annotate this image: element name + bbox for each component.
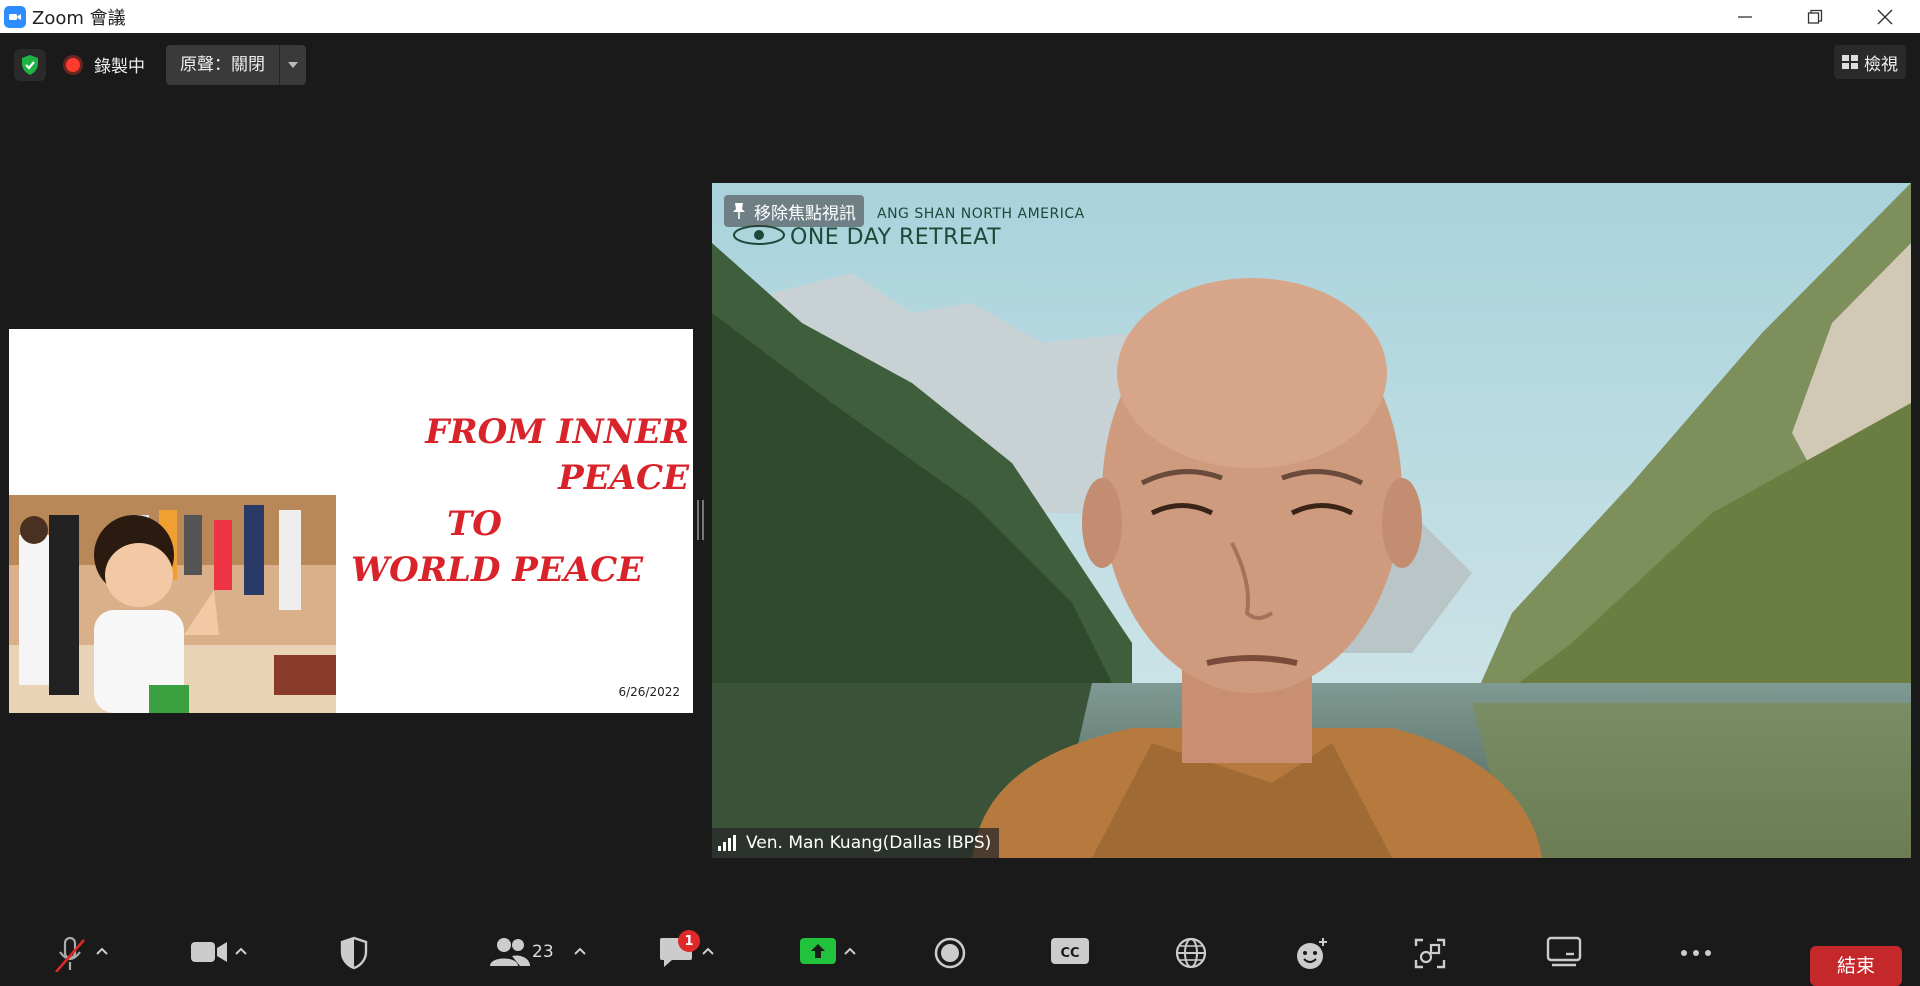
zoom-camera-icon [4,5,26,28]
background-caption-large: ONE DAY RETREAT [790,225,1002,250]
apps-icon [1406,936,1454,974]
view-label: 檢視 [1864,54,1898,75]
recording-indicator[interactable]: 錄製中 [66,52,145,77]
view-button[interactable]: 檢視 [1834,45,1906,79]
recording-dot-icon [66,57,80,72]
mountain-lake-background [712,183,1911,858]
share-screen-icon [794,936,842,974]
shield-check-icon[interactable] [14,49,46,81]
signal-strength-icon [718,835,736,851]
background-caption-small: ANG SHAN NORTH AMERICA [877,206,1085,222]
whiteboard-icon [1540,936,1588,974]
splitter-handle[interactable] [697,500,705,540]
apps-button[interactable] [1406,936,1454,974]
chevron-up-icon[interactable] [842,944,858,958]
close-icon[interactable] [1850,0,1920,33]
slide-title-line: WORLD PEACE [351,550,644,590]
end-meeting-button[interactable]: 結束 [1810,946,1902,986]
meeting-topbar: 錄製中 原聲：關閉 檢視 [0,33,1920,99]
unpin-video-button[interactable]: 移除焦點視訊 [724,195,864,227]
window-title: Zoom 會議 [32,7,126,29]
mute-button[interactable] [46,936,110,974]
microphone-muted-icon [46,936,94,974]
slide-title: FROM INNER PEACE TO WORLD PEACE [309,409,689,593]
children-praying-photo [9,495,336,713]
participants-button[interactable]: 23 [486,936,588,974]
window-titlebar: Zoom 會議 [0,0,1920,33]
minimize-icon[interactable] [1710,0,1780,33]
slide-date: 6/26/2022 [618,685,680,699]
svg-text:CC: CC [1060,946,1079,961]
security-button[interactable] [330,936,378,974]
shield-icon [330,936,378,974]
closed-caption-icon: CC [1046,936,1094,974]
participant-name: Ven. Man Kuang(Dallas IBPS) [746,833,992,853]
caret-down-icon[interactable] [279,45,306,85]
grid-view-icon [1842,55,1858,69]
shared-screen-slide[interactable]: FROM INNER PEACE TO WORLD PEACE 6/26/202… [9,329,693,713]
more-dots-icon [1672,936,1720,974]
pin-icon [733,203,745,219]
participants-icon [486,936,534,974]
unpin-label: 移除焦點視訊 [754,203,856,224]
meeting-toolbar: 23 1 CC [0,918,1920,974]
chevron-up-icon[interactable] [700,944,716,958]
chevron-up-icon[interactable] [94,944,110,958]
globe-icon [1167,936,1215,974]
share-screen-button[interactable] [794,936,858,974]
chat-unread-badge: 1 [678,930,700,952]
video-button[interactable] [185,936,249,974]
original-sound-label[interactable]: 原聲：關閉 [166,45,279,85]
slide-title-line: TO [447,504,502,544]
more-button[interactable] [1672,936,1720,974]
participant-name-tag: Ven. Man Kuang(Dallas IBPS) [712,828,1000,858]
slide-title-line: FROM INNER PEACE [425,412,689,498]
chat-button[interactable]: 1 [652,930,716,974]
smiley-add-icon [1288,936,1336,974]
whiteboard-button[interactable] [1540,936,1588,974]
video-camera-icon [185,936,233,974]
reactions-button[interactable] [1288,936,1336,974]
chevron-up-icon[interactable] [233,944,249,958]
record-icon [926,936,974,974]
recording-label: 錄製中 [94,57,145,77]
restore-icon[interactable] [1780,0,1850,33]
participants-count: 23 [532,942,554,962]
interpretation-button[interactable] [1167,936,1215,974]
chat-bubble-icon: 1 [652,930,700,974]
original-sound-toggle[interactable]: 原聲：關閉 [166,45,306,85]
captions-button[interactable]: CC [1046,936,1094,974]
record-button[interactable] [926,936,974,974]
chevron-up-icon[interactable] [572,944,588,958]
participant-video-tile[interactable]: ANG SHAN NORTH AMERICA ONE DAY RETREAT 移… [712,183,1911,858]
